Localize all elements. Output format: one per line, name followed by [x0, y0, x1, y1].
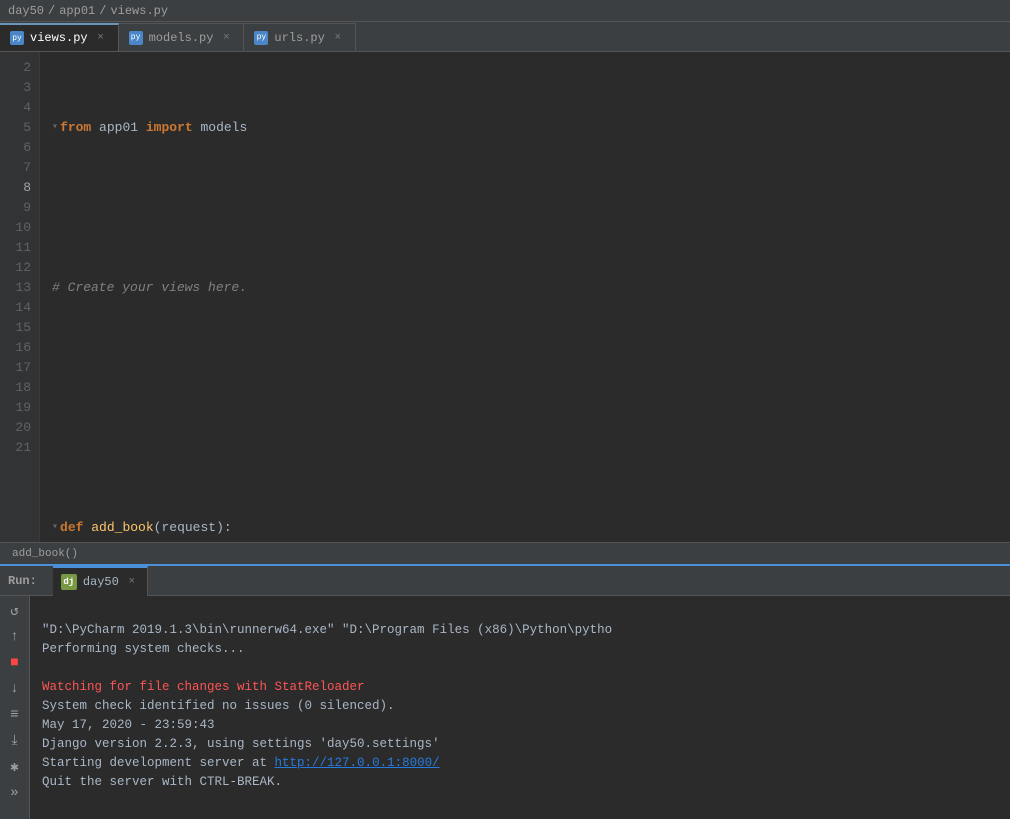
output-line-checks: Performing system checks...: [42, 642, 245, 656]
tab-views[interactable]: py views.py ×: [0, 23, 119, 51]
breadcrumb-item-3[interactable]: views.py: [110, 4, 168, 18]
code-line-4: # Create your views here.: [52, 278, 1010, 298]
pin-button[interactable]: ⤓: [4, 730, 26, 752]
run-body: ↺ ↑ ■ ↓ ≡ ⤓ ✱ » "D:\PyCharm 2019.1.3\bin…: [0, 596, 1010, 819]
run-tab-day50-label: day50: [83, 575, 119, 589]
run-tab-day50[interactable]: dj day50 ×: [53, 566, 148, 596]
lines-button[interactable]: ≡: [4, 704, 26, 726]
output-line-watcher: Watching for file changes with StatReloa…: [42, 680, 365, 694]
python-icon-2: py: [129, 31, 143, 45]
editor-content: 2 3 4 5 6 7 8 9 10 11 12 13 14 15 16 17 …: [0, 52, 1010, 542]
django-icon: dj: [61, 574, 77, 590]
tab-models[interactable]: py models.py ×: [119, 23, 245, 51]
run-toolbar: ↺ ↑ ■ ↓ ≡ ⤓ ✱ »: [0, 596, 30, 819]
code-line-7: ▾def add_book(request):: [52, 518, 1010, 538]
run-output: "D:\PyCharm 2019.1.3\bin\runnerw64.exe" …: [30, 596, 1010, 819]
star-button[interactable]: ✱: [4, 756, 26, 778]
output-line-date: May 17, 2020 - 23:59:43: [42, 718, 215, 732]
current-scope: add_book(): [12, 548, 78, 560]
scroll-up-button[interactable]: ↑: [4, 626, 26, 648]
tab-views-label: views.py: [30, 31, 88, 45]
server-url-link[interactable]: http://127.0.0.1:8000/: [275, 756, 440, 770]
stop-button[interactable]: ■: [4, 652, 26, 674]
run-header: Run: dj day50 ×: [0, 566, 1010, 596]
tab-urls-label: urls.py: [274, 31, 324, 45]
tab-models-close[interactable]: ×: [219, 31, 233, 45]
run-tab-close[interactable]: ×: [125, 575, 139, 589]
run-label: Run:: [0, 574, 45, 588]
tab-bar: py views.py × py models.py × py urls.py …: [0, 22, 1010, 52]
run-panel: Run: dj day50 × ↺ ↑ ■ ↓ ≡ ⤓ ✱ » "D:\PyCh…: [0, 564, 1010, 819]
scroll-down-button[interactable]: ↓: [4, 678, 26, 700]
output-line-server-start: Starting development server at http://12…: [42, 756, 440, 770]
rerun-button[interactable]: ↺: [4, 600, 26, 622]
tab-urls[interactable]: py urls.py ×: [244, 23, 355, 51]
tab-urls-close[interactable]: ×: [331, 31, 345, 45]
output-line-django-version: Django version 2.2.3, using settings 'da…: [42, 737, 440, 751]
breadcrumb-item-1[interactable]: day50: [8, 4, 44, 18]
editor-status-bar: add_book(): [0, 542, 1010, 564]
output-line-quit: Quit the server with CTRL-BREAK.: [42, 775, 282, 789]
output-line-no-issues: System check identified no issues (0 sil…: [42, 699, 395, 713]
breadcrumb: day50 / app01 / views.py: [0, 0, 1010, 22]
python-icon-3: py: [254, 31, 268, 45]
editor-area: 2 3 4 5 6 7 8 9 10 11 12 13 14 15 16 17 …: [0, 52, 1010, 564]
expand-button[interactable]: »: [4, 782, 26, 804]
code-line-2: ▾from app01 import models: [52, 118, 1010, 138]
code-line-6: [52, 438, 1010, 458]
output-line-cmd: "D:\PyCharm 2019.1.3\bin\runnerw64.exe" …: [42, 623, 612, 637]
tab-models-label: models.py: [149, 31, 214, 45]
line-numbers: 2 3 4 5 6 7 8 9 10 11 12 13 14 15 16 17 …: [0, 52, 40, 542]
code-editor[interactable]: ▾from app01 import models # Create your …: [40, 52, 1010, 542]
code-line-5: [52, 358, 1010, 378]
tab-views-close[interactable]: ×: [94, 31, 108, 45]
breadcrumb-item-2[interactable]: app01: [59, 4, 95, 18]
code-line-3: [52, 198, 1010, 218]
python-icon: py: [10, 31, 24, 45]
